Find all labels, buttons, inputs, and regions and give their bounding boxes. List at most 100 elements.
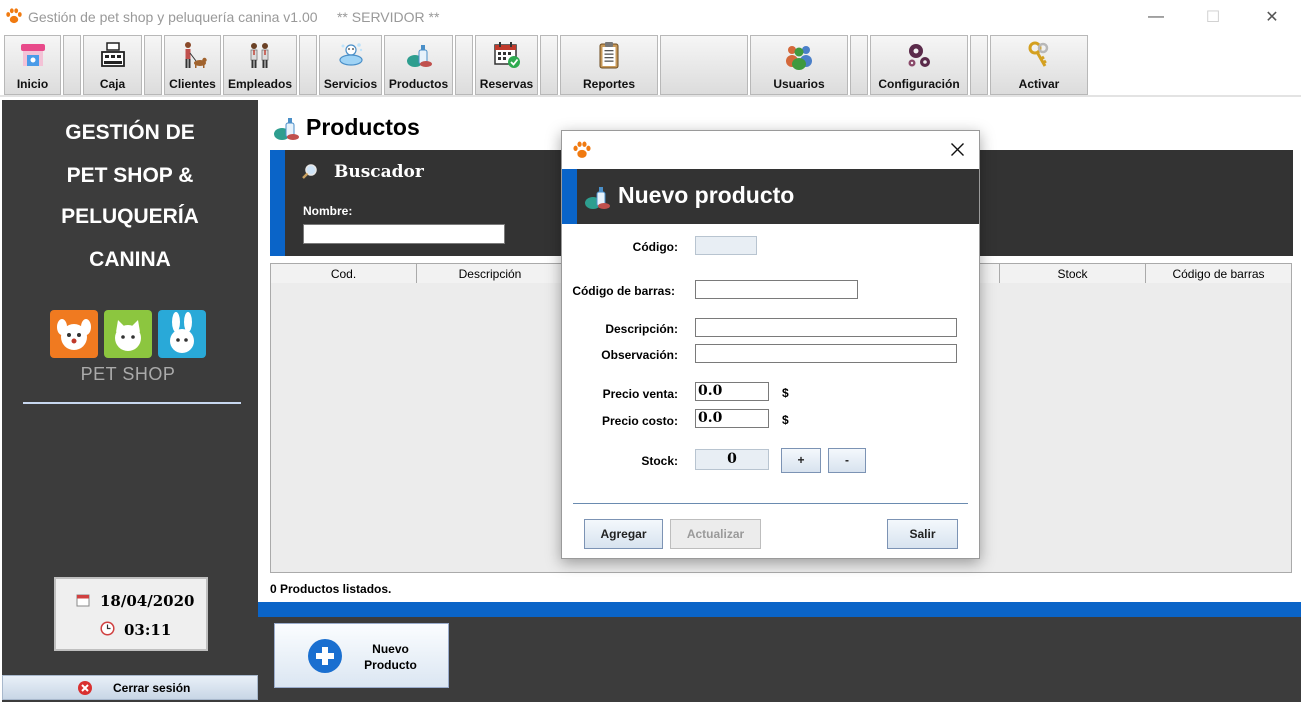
stock-plus-button[interactable]: + <box>781 448 821 473</box>
new-product-dialog: Nuevo producto Código: Código de barras:… <box>561 130 980 559</box>
new-product-label-line: Producto <box>364 658 417 672</box>
employees-icon <box>250 43 269 68</box>
barras-field[interactable] <box>695 280 858 299</box>
dialog-header: Nuevo producto <box>562 169 979 224</box>
time-value: 03:11 <box>124 621 172 639</box>
logout-button[interactable]: Cerrar sesión <box>2 675 258 700</box>
pets-logo-icon <box>50 310 206 358</box>
search-icon <box>302 164 317 179</box>
toolbar-label: Empleados <box>227 77 293 91</box>
column-header[interactable]: Descripción <box>417 264 564 283</box>
person-dog-icon <box>184 42 207 68</box>
name-search-input[interactable] <box>303 224 505 244</box>
stock-label: Stock: <box>641 454 678 468</box>
observacion-field[interactable] <box>695 344 957 363</box>
toolbar-separator <box>540 35 558 95</box>
accent-bar <box>258 602 1301 617</box>
toolbar-inicio-button[interactable]: Inicio <box>4 35 61 95</box>
page-title: Productos <box>306 114 420 140</box>
name-label: Nombre: <box>303 204 353 218</box>
precio-venta-field[interactable]: 0.0 <box>695 382 769 401</box>
salir-button[interactable]: Salir <box>887 519 958 549</box>
toolbar-reservas-button[interactable]: Reservas <box>475 35 538 95</box>
barras-label: Código de barras: <box>572 284 675 298</box>
users-icon <box>786 46 812 70</box>
toolbar-clientes-button[interactable]: Clientes <box>164 35 221 95</box>
toolbar-separator <box>144 35 162 95</box>
column-header[interactable]: Cod. <box>271 264 417 283</box>
dog-bath-icon <box>338 43 363 66</box>
logo-text: PET SHOP <box>80 364 176 384</box>
paw-icon <box>6 8 22 24</box>
shop-icon <box>20 44 45 66</box>
toolbar-label: Inicio <box>16 77 49 91</box>
actualizar-button[interactable]: Actualizar <box>670 519 761 549</box>
toolbar-empty-slot <box>660 35 748 95</box>
clock-icon <box>100 621 115 636</box>
agregar-button[interactable]: Agregar <box>584 519 663 549</box>
sidebar: GESTIÓN DE PET SHOP & PELUQUERÍA CANINA … <box>2 100 258 702</box>
calendar-check-icon <box>493 42 520 68</box>
clipboard-icon <box>599 42 619 69</box>
precio-costo-field[interactable]: 0.0 <box>695 409 769 428</box>
toolbar-label: Clientes <box>169 77 216 91</box>
column-header[interactable]: Stock <box>1000 264 1146 283</box>
toolbar-caja-button[interactable]: Caja <box>83 35 142 95</box>
sidebar-title-line: PET SHOP & <box>66 164 194 187</box>
products-icon <box>585 187 610 209</box>
toolbar-empleados-button[interactable]: Empleados <box>223 35 297 95</box>
window-title: Gestión de pet shop y peluquería canina … <box>28 9 440 25</box>
toolbar-separator <box>850 35 868 95</box>
logout-label: Cerrar sesión <box>113 681 191 695</box>
toolbar-label: Servicios <box>323 77 378 91</box>
toolbar-separator <box>63 35 81 95</box>
dialog-divider <box>573 503 968 504</box>
datetime-box: 18/04/2020 03:11 <box>54 577 208 651</box>
currency-label: $ <box>782 386 789 400</box>
products-icon <box>406 45 432 67</box>
sidebar-title-line: GESTIÓN DE <box>65 121 195 144</box>
currency-label: $ <box>782 413 789 427</box>
toolbar-productos-button[interactable]: Productos <box>384 35 453 95</box>
new-product-label: Nuevo Producto <box>353 641 428 673</box>
observacion-label: Observación: <box>601 348 678 362</box>
toolbar-label: Usuarios <box>773 77 825 91</box>
toolbar-servicios-button[interactable]: Servicios <box>319 35 382 95</box>
toolbar-separator <box>455 35 473 95</box>
toolbar-label: Reportes <box>582 77 635 91</box>
toolbar-reportes-button[interactable]: Reportes <box>560 35 658 95</box>
toolbar-configuracion-button[interactable]: Configuración <box>870 35 968 95</box>
close-circle-icon <box>78 681 92 695</box>
toolbar-label: Reservas <box>479 77 534 91</box>
close-window-button[interactable]: ✕ <box>1249 0 1295 33</box>
toolbar-label: Activar <box>1018 77 1060 91</box>
title-bar: Gestión de pet shop y peluquería canina … <box>0 0 1301 33</box>
stock-minus-button[interactable]: - <box>828 448 866 473</box>
gears-icon <box>908 44 930 67</box>
sidebar-title-line: PELUQUERÍA <box>61 205 199 228</box>
toolbar-label: Productos <box>388 77 449 91</box>
toolbar-label: Caja <box>99 77 126 91</box>
close-icon[interactable] <box>950 142 965 157</box>
sidebar-title-line: CANINA <box>89 248 171 271</box>
descripcion-label: Descripción: <box>605 322 678 336</box>
paw-icon <box>573 141 591 158</box>
codigo-label: Código: <box>632 240 678 254</box>
plus-circle-icon <box>308 639 342 673</box>
maximize-button[interactable]: ☐ <box>1190 0 1236 33</box>
column-header[interactable]: Código de barras <box>1146 264 1291 283</box>
toolbar-separator <box>970 35 988 95</box>
minimize-button[interactable]: — <box>1133 0 1179 33</box>
stock-field: 0 <box>695 449 769 470</box>
new-product-label-line: Nuevo <box>372 642 409 656</box>
status-text: 0 Productos listados. <box>270 582 392 596</box>
precio-costo-label: Precio costo: <box>601 414 678 428</box>
cash-register-icon <box>100 42 125 67</box>
bottom-panel: Nuevo Producto <box>258 617 1301 702</box>
toolbar-usuarios-button[interactable]: Usuarios <box>750 35 848 95</box>
descripcion-field[interactable] <box>695 318 957 337</box>
new-product-button[interactable]: Nuevo Producto <box>274 623 449 688</box>
toolbar-separator <box>299 35 317 95</box>
toolbar-activar-button[interactable]: Activar <box>990 35 1088 95</box>
precio-venta-label: Precio venta: <box>602 387 678 401</box>
